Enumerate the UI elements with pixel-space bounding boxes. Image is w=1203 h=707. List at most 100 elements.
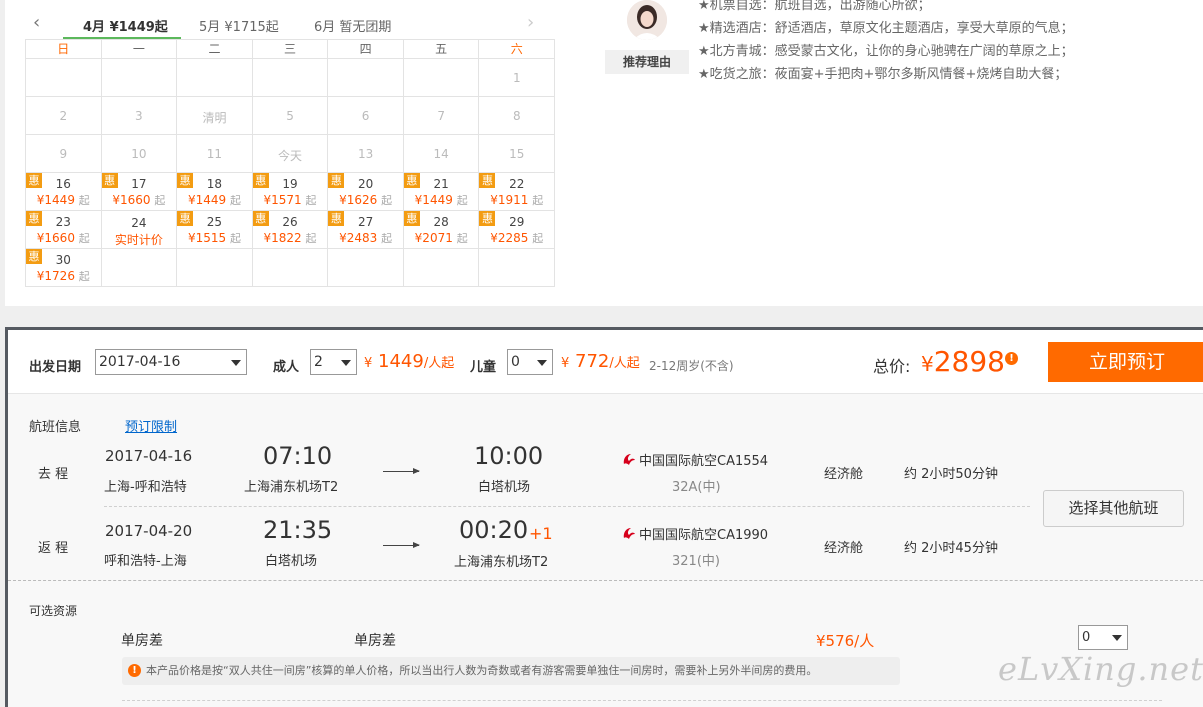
calendar-day	[177, 59, 253, 97]
tab-april[interactable]: 4月 ¥1449起	[83, 16, 168, 35]
price-from-suffix: 起	[456, 232, 468, 245]
chevron-right-icon[interactable]: ›	[527, 12, 534, 33]
flight-direction: 返 程	[38, 541, 69, 556]
calendar-day-available[interactable]: 24 实时计价	[101, 211, 178, 249]
adult-price: ¥ 1449/人起	[364, 351, 454, 372]
tab-june[interactable]: 6月 暂无团期	[314, 16, 391, 35]
calendar-day-available[interactable]: 惠 18 ¥1449 起	[177, 173, 253, 211]
chevron-left-icon[interactable]: ‹	[33, 12, 40, 33]
calendar-price-value: ¥2483	[339, 231, 378, 245]
calendar-week-row: 惠 16 ¥1449 起惠 17 ¥1660 起惠 18 ¥1449 起惠 19 ¥1571 起…	[26, 173, 556, 211]
calendar-day-available[interactable]: 惠 23 ¥1660 起	[26, 211, 102, 249]
adult-label: 成人	[273, 360, 300, 375]
depart-date-label: 出发日期	[29, 360, 82, 375]
total-label: 总价:	[873, 357, 911, 376]
calendar-day-number: 1	[512, 71, 521, 85]
calendar-day-available[interactable]: 惠 17 ¥1660 起	[101, 173, 178, 211]
calendar-day-available[interactable]: 惠 27 ¥2483 起	[328, 211, 404, 249]
calendar-day-available[interactable]: 惠 26 ¥1822 起	[252, 211, 329, 249]
calendar-day-price: ¥1822 起	[253, 230, 328, 246]
recommend-item: ★吃货之旅：莜面宴+手把肉+鄂尔多斯风情餐+烧烤自助大餐；	[698, 67, 1068, 82]
price-from-suffix: 起	[78, 270, 90, 283]
depart-date-select[interactable]: 2017-04-16	[95, 349, 247, 375]
avatar	[627, 0, 667, 40]
chevron-down-icon	[341, 360, 351, 366]
calendar-day-available[interactable]: 惠 16 ¥1449 起	[26, 173, 102, 211]
calendar-price-value: ¥1911	[490, 193, 529, 207]
discount-badge: 惠	[479, 211, 496, 226]
calendar-day: 清明	[177, 97, 253, 135]
booking-limit-link[interactable]: 预订限制	[125, 416, 177, 435]
departure-time: 21:35	[263, 516, 333, 544]
discount-badge: 惠	[26, 173, 42, 188]
calendar-price-value: ¥1571	[263, 193, 302, 207]
calendar-day-number	[177, 249, 252, 261]
weekday-header: 四	[328, 40, 404, 59]
departure-airport: 上海浦东机场T2	[244, 480, 339, 495]
total-price-value: 2898	[933, 345, 1005, 378]
calendar-day-available[interactable]: 惠 25 ¥1515 起	[177, 211, 253, 249]
choose-other-flight-button[interactable]: 选择其他航班	[1043, 490, 1184, 527]
calendar-day-number: 10	[131, 147, 147, 161]
calendar-day: 2	[26, 97, 102, 135]
calendar-day: 10	[101, 135, 178, 173]
chevron-down-icon	[231, 360, 241, 366]
price-info-icon[interactable]: !	[1005, 352, 1018, 365]
realtime-price-label: 实时计价	[114, 233, 163, 247]
arrow-right-icon	[383, 468, 420, 474]
price-from-suffix: 起	[532, 232, 544, 245]
child-price: ¥ 772/人起	[561, 351, 640, 372]
child-count-value: 0	[511, 354, 520, 370]
price-from-suffix: 起	[305, 232, 317, 245]
resource-qty-select[interactable]: 0	[1078, 625, 1128, 650]
calendar-day-number: 9	[59, 147, 68, 161]
notice-text: 本产品价格是按“双人共住一间房”核算的单人价格，所以当出行人数为奇数或者有游客需…	[146, 664, 818, 677]
arrival-time: 00:20	[459, 516, 529, 544]
discount-badge: 惠	[177, 173, 194, 188]
adult-count-select[interactable]: 2	[310, 349, 357, 375]
calendar-price-value: ¥1660	[36, 231, 75, 245]
calendar-price-value: ¥1726	[36, 269, 75, 283]
calendar-day-available[interactable]: 惠 20 ¥1626 起	[328, 173, 404, 211]
book-now-button[interactable]: 立即预订	[1048, 342, 1203, 382]
calendar-day-number	[479, 249, 554, 261]
resource-price: ¥576/人	[816, 632, 875, 650]
calendar-day: 7	[403, 97, 480, 135]
aircraft-type: 321(中)	[672, 554, 720, 569]
discount-badge: 惠	[403, 173, 420, 188]
calendar-day-available[interactable]: 惠 21 ¥1449 起	[403, 173, 480, 211]
calendar-day-number: 8	[512, 109, 521, 123]
departure-calendar: ‹ 4月 ¥1449起 5月 ¥1715起 6月 暂无团期 › 日 一 二 三 …	[25, 8, 556, 287]
calendar-day: 9	[26, 135, 102, 173]
recommend-item: ★机票自选：航班自选，出游随心所欲；	[698, 0, 931, 13]
tab-may[interactable]: 5月 ¥1715起	[199, 16, 279, 35]
calendar-day-available[interactable]: 惠 19 ¥1571 起	[252, 173, 329, 211]
calendar-day: 6	[328, 97, 404, 135]
discount-badge: 惠	[328, 211, 345, 226]
child-count-select[interactable]: 0	[507, 349, 553, 375]
calendar-day-number	[253, 249, 328, 261]
chevron-down-icon	[537, 360, 547, 366]
calendar-price-value: ¥1449	[414, 193, 453, 207]
calendar-day-number: 6	[361, 109, 370, 123]
calendar-day: 5	[252, 97, 329, 135]
calendar-day-number: 清明	[202, 111, 227, 125]
chevron-down-icon	[1112, 635, 1122, 641]
calendar-day-price: ¥2483 起	[328, 230, 403, 246]
calendar-day-number	[404, 249, 479, 261]
calendar-day-available[interactable]: 惠 29 ¥2285 起	[479, 211, 556, 249]
calendar-day-price: ¥1449 起	[26, 192, 101, 208]
calendar-price-value: ¥2071	[414, 231, 453, 245]
calendar-day-available[interactable]: 惠 30 ¥1726 起	[26, 249, 102, 287]
flight-duration: 约 2小时50分钟	[904, 467, 998, 482]
calendar-price-value: ¥1626	[339, 193, 378, 207]
air-china-logo-icon	[623, 528, 635, 539]
section-divider	[8, 580, 1203, 581]
price-from-suffix: 起	[381, 194, 393, 207]
next-day-badge: +1	[529, 524, 553, 543]
discount-badge: 惠	[101, 173, 118, 188]
calendar-day-available[interactable]: 惠 22 ¥1911 起	[479, 173, 556, 211]
calendar-day-number: 13	[357, 147, 374, 161]
discount-badge: 惠	[252, 211, 269, 226]
calendar-day-available[interactable]: 惠 28 ¥2071 起	[403, 211, 480, 249]
